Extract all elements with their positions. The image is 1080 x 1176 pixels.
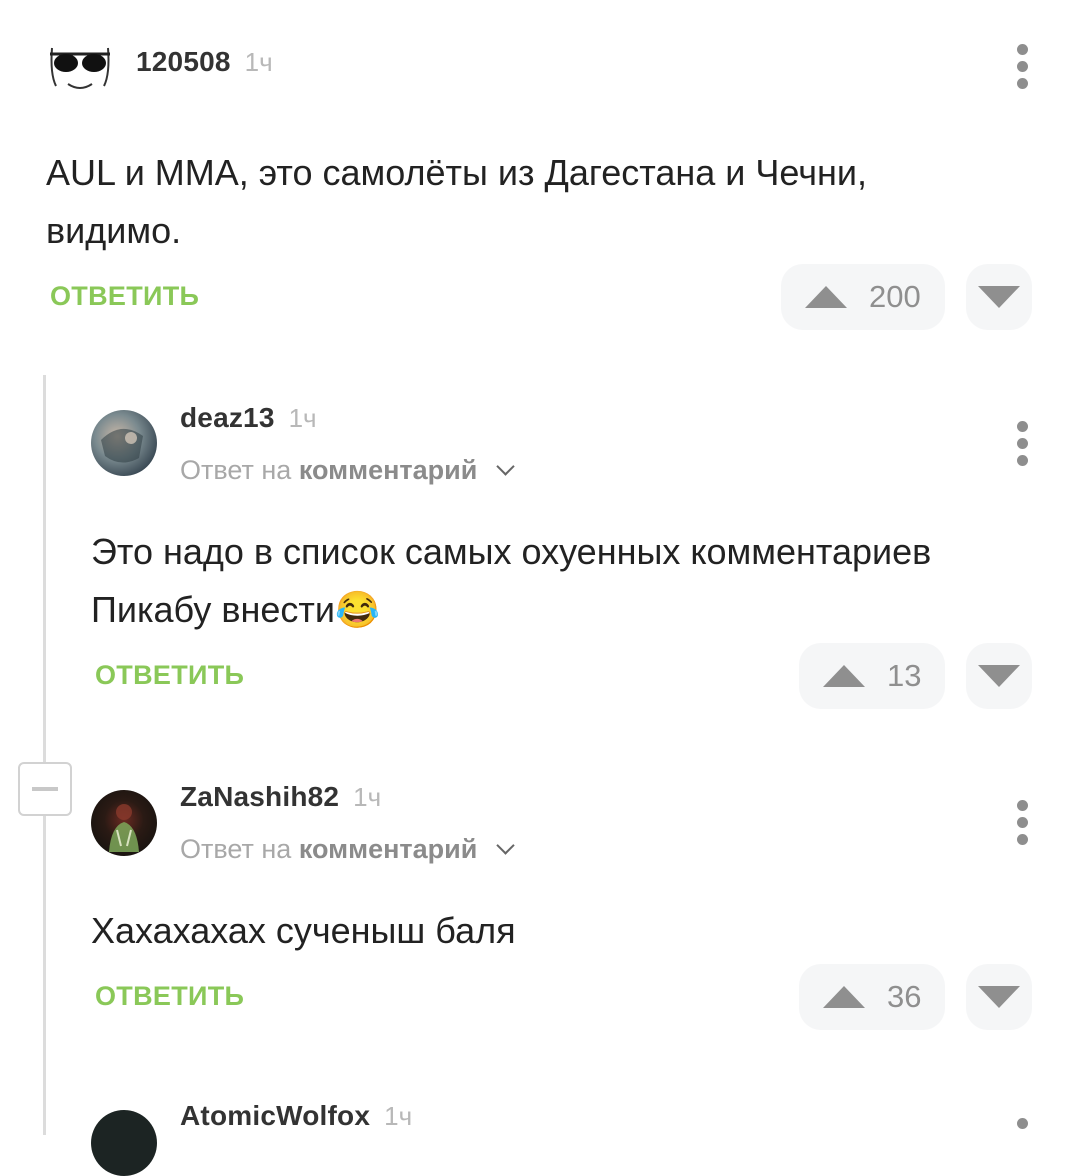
user-photo-icon	[101, 428, 143, 463]
kebab-menu-icon	[1016, 421, 1028, 432]
timestamp: 1ч	[288, 403, 317, 433]
upvote-button[interactable]: 36	[799, 964, 945, 1030]
vote-score: 200	[869, 279, 921, 314]
avatar[interactable]	[91, 410, 157, 476]
chevron-down-icon[interactable]	[496, 457, 515, 476]
reply-to-comment-link[interactable]: комментарий	[299, 834, 478, 864]
reply-to-prefix: Ответ на	[180, 834, 292, 864]
minus-icon	[32, 787, 58, 791]
user-photo-icon	[109, 804, 139, 852]
username[interactable]: deaz13	[180, 402, 275, 434]
reply-to-link[interactable]: Ответ на комментарий	[180, 455, 515, 486]
downvote-button[interactable]	[966, 264, 1032, 330]
triangle-down-icon	[978, 286, 1020, 308]
reply-button[interactable]: ОТВЕТИТЬ	[95, 660, 244, 691]
comment-menu-button[interactable]	[1007, 44, 1037, 89]
avatar[interactable]	[91, 790, 157, 856]
reply-to-prefix: Ответ на	[180, 455, 292, 485]
username[interactable]: ZaNashih82	[180, 781, 339, 813]
kebab-menu-icon	[1016, 800, 1028, 811]
triangle-down-icon	[978, 986, 1020, 1008]
avatar[interactable]	[46, 34, 114, 94]
comment-menu-button[interactable]	[1007, 421, 1037, 466]
downvote-button[interactable]	[966, 643, 1032, 709]
timestamp: 1ч	[384, 1101, 413, 1131]
triangle-up-icon	[823, 665, 865, 687]
sunglasses-avatar-icon	[50, 47, 110, 89]
comment-text: Это надо в список самых охуенных коммент…	[91, 531, 932, 630]
upvote-button[interactable]: 200	[781, 264, 945, 330]
comment-text: Хахахахах сученыш баля	[91, 910, 516, 951]
downvote-button[interactable]	[966, 964, 1032, 1030]
triangle-down-icon	[978, 665, 1020, 687]
vote-score: 36	[887, 979, 922, 1014]
vote-score: 13	[887, 658, 922, 693]
thread-line	[43, 375, 46, 1135]
chevron-down-icon[interactable]	[496, 836, 515, 855]
reply-to-comment-link[interactable]: комментарий	[299, 455, 478, 485]
reply-button[interactable]: ОТВЕТИТЬ	[50, 281, 199, 312]
username[interactable]: AtomicWolfox	[180, 1100, 370, 1132]
avatar[interactable]	[91, 1110, 157, 1176]
collapse-thread-button[interactable]	[18, 762, 72, 816]
timestamp: 1ч	[353, 782, 382, 812]
timestamp: 1ч	[244, 47, 273, 77]
username[interactable]: 120508	[136, 46, 231, 78]
triangle-up-icon	[823, 986, 865, 1008]
triangle-up-icon	[805, 286, 847, 308]
kebab-menu-icon	[1016, 44, 1028, 55]
upvote-button[interactable]: 13	[799, 643, 945, 709]
reply-button[interactable]: ОТВЕТИТЬ	[95, 981, 244, 1012]
comment-text: AUL и MMA, это самолёты из Дагестана и Ч…	[46, 152, 867, 251]
comment-menu-button[interactable]	[1007, 800, 1037, 845]
reply-to-link[interactable]: Ответ на комментарий	[180, 834, 515, 865]
